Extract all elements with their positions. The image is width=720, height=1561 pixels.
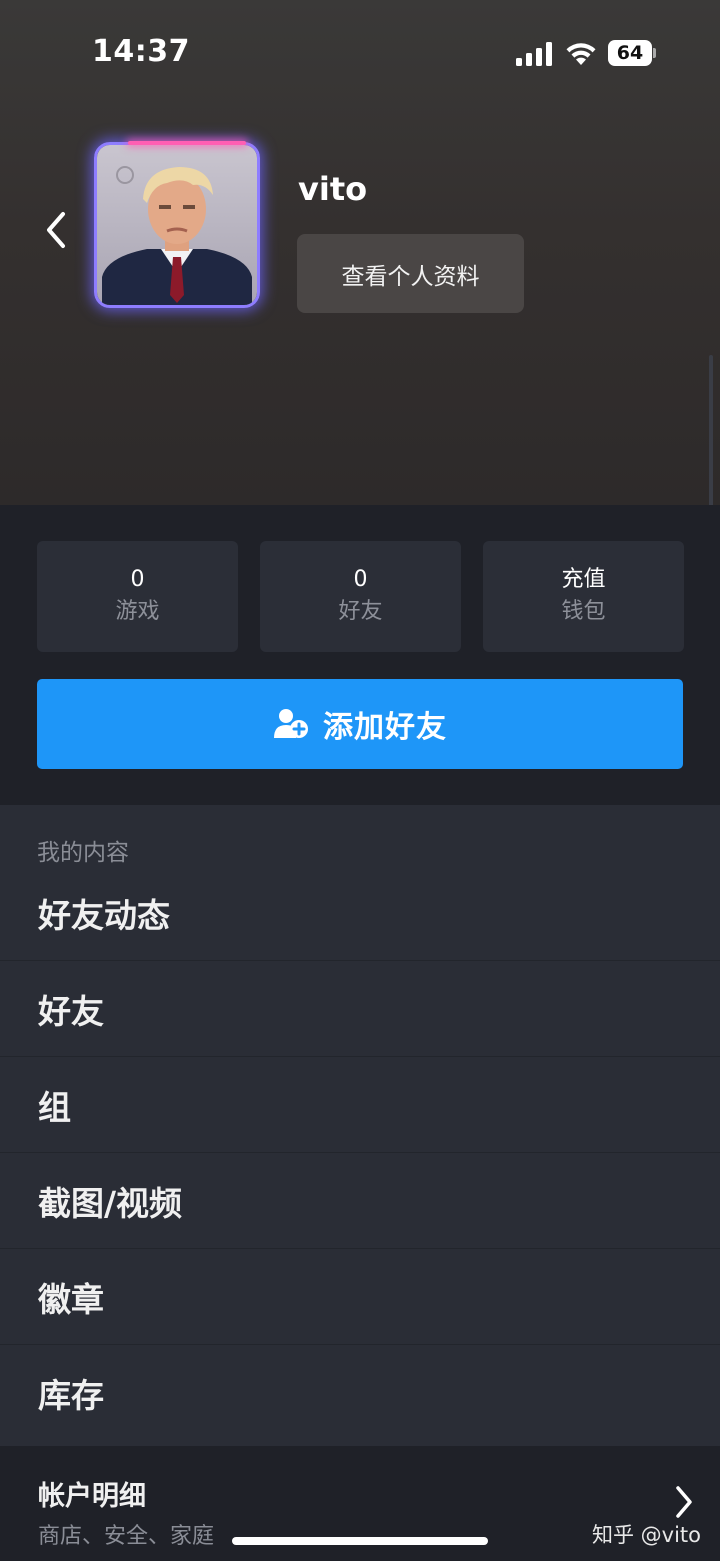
avatar[interactable] <box>94 142 260 308</box>
section-title: 我的内容 <box>37 840 129 866</box>
add-friend-label: 添加好友 <box>323 710 447 745</box>
my-content-section: 我的内容 好友动态 好友 组 截图/视频 徽章 库存 <box>0 805 720 1445</box>
menu-item-friend-activity[interactable]: 好友动态 <box>0 865 720 961</box>
stat-label: 钱包 <box>561 598 606 624</box>
stat-card-friends[interactable]: 0 好友 <box>260 541 461 652</box>
username: vito <box>298 170 368 208</box>
watermark: 知乎 @vito <box>592 1523 702 1547</box>
stat-card-wallet[interactable]: 充值 钱包 <box>483 541 684 652</box>
stat-label: 游戏 <box>115 598 160 624</box>
menu-item-groups[interactable]: 组 <box>0 1057 720 1153</box>
menu-item-inventory[interactable]: 库存 <box>0 1345 720 1441</box>
add-friend-button[interactable]: 添加好友 <box>37 679 683 769</box>
menu-item-friends[interactable]: 好友 <box>0 961 720 1057</box>
menu-item-screenshots-videos[interactable]: 截图/视频 <box>0 1153 720 1249</box>
view-profile-button[interactable]: 查看个人资料 <box>297 234 524 313</box>
stats-area: 0 游戏 0 好友 充值 钱包 添加好友 <box>0 505 720 805</box>
wifi-icon <box>564 40 598 66</box>
stat-value: 充值 <box>561 566 606 592</box>
menu-item-badges[interactable]: 徽章 <box>0 1249 720 1345</box>
chevron-left-icon <box>47 212 65 248</box>
back-button[interactable] <box>36 204 76 256</box>
add-user-icon <box>274 709 308 738</box>
cellular-signal-icon <box>516 42 554 66</box>
avatar-frame-glow <box>128 141 246 145</box>
stat-card-games[interactable]: 0 游戏 <box>37 541 238 652</box>
stat-value: 0 <box>130 566 145 592</box>
account-title: 帐户明细 <box>38 1481 146 1512</box>
battery-icon: 64 <box>608 40 656 66</box>
home-indicator[interactable] <box>232 1537 488 1545</box>
account-subtitle: 商店、安全、家庭 <box>38 1524 215 1549</box>
stat-label: 好友 <box>338 598 383 624</box>
account-details-row[interactable]: 帐户明细 商店、安全、家庭 知乎 @vito <box>0 1446 720 1561</box>
chevron-right-icon <box>676 1486 692 1518</box>
status-bar: 14:37 64 <box>0 0 720 100</box>
stat-value: 0 <box>353 566 368 592</box>
battery-level: 64 <box>616 42 644 64</box>
profile-header: 14:37 64 vito 查看个人资料 <box>0 0 720 505</box>
status-time: 14:37 <box>92 34 190 69</box>
